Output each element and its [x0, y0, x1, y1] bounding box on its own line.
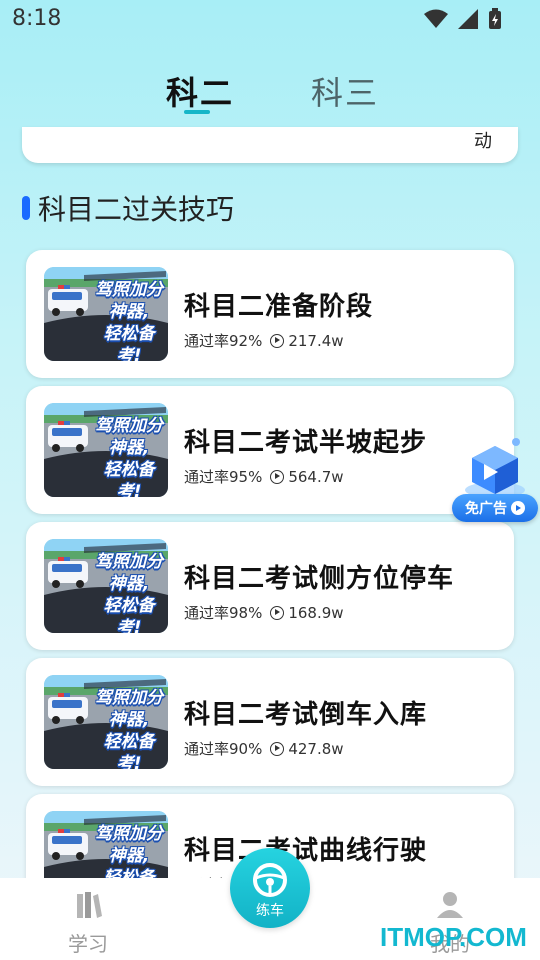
lesson-thumbnail: 驾照加分 神器, 轻松备考!	[44, 539, 168, 633]
lesson-title: 科目二考试倒车入库	[184, 700, 428, 730]
status-icons	[424, 8, 502, 30]
thumbnail-caption-line3: 轻松备考!	[103, 732, 155, 769]
books-icon	[77, 892, 102, 918]
thumbnail-caption: 驾照加分 神器, 轻松备考!	[92, 687, 166, 769]
nav-study-label: 学习	[68, 932, 108, 956]
section-title: 科目二过关技巧	[38, 193, 235, 226]
ad-free-badge[interactable]: 免广告	[452, 432, 538, 522]
lesson-title: 科目二考试半坡起步	[184, 428, 428, 458]
lesson-views: 217.4w	[288, 331, 344, 350]
nav-study[interactable]: 学习	[48, 890, 128, 957]
lesson-thumbnail: 驾照加分 神器, 轻松备考!	[44, 675, 168, 769]
battery-icon	[489, 8, 501, 29]
play-count-icon	[270, 605, 285, 620]
thumbnail-caption-line1: 驾照加分	[95, 824, 163, 844]
lesson-card-3[interactable]: 驾照加分 神器, 轻松备考! 科目二考试侧方位停车 通过率98% 168.9w	[26, 522, 514, 650]
lesson-title: 科目二准备阶段	[184, 292, 374, 322]
thumbnail-caption-line1: 驾照加分	[95, 552, 163, 572]
lesson-thumbnail: 驾照加分 神器, 轻松备考!	[44, 403, 168, 497]
lesson-views: 168.9w	[288, 603, 344, 622]
play-count-icon	[270, 469, 285, 484]
section-header: 科目二过关技巧	[22, 188, 234, 228]
lesson-meta: 通过率95% 564.7w	[184, 466, 344, 487]
thumbnail-caption: 驾照加分 神器, 轻松备考!	[92, 415, 166, 497]
tab-subject-three[interactable]: 科三	[311, 68, 379, 114]
lesson-meta: 通过率92% 217.4w	[184, 330, 344, 351]
active-tab-indicator	[184, 110, 210, 114]
lesson-card-2[interactable]: 驾照加分 神器, 轻松备考! 科目二考试半坡起步 通过率95% 564.7w	[26, 386, 514, 514]
lesson-thumbnail: 驾照加分 神器, 轻松备考!	[44, 267, 168, 361]
lesson-pass-rate: 通过率95%	[184, 468, 263, 486]
thumbnail-caption-line3: 轻松备考!	[103, 460, 155, 497]
lesson-title: 科目二考试侧方位停车	[184, 564, 455, 594]
thumbnail-caption-line2: 神器,	[108, 438, 150, 458]
thumbnail-caption-line2: 神器,	[108, 846, 150, 866]
lesson-meta: 通过率98% 168.9w	[184, 602, 344, 623]
lesson-pass-rate: 通过率98%	[184, 604, 263, 622]
lesson-card-1[interactable]: 驾照加分 神器, 轻松备考! 科目二准备阶段 通过率92% 217.4w	[26, 250, 514, 378]
thumbnail-caption: 驾照加分 神器, 轻松备考!	[92, 551, 166, 633]
ad-free-text: 免广告	[465, 501, 507, 517]
section-accent-bar	[22, 196, 30, 220]
tab-subject-two[interactable]: 科二	[166, 68, 234, 114]
lesson-pass-rate: 通过率92%	[184, 332, 263, 350]
thumbnail-caption-line1: 驾照加分	[95, 280, 163, 300]
status-time: 8:18	[12, 6, 62, 31]
thumbnail-caption-line3: 轻松备考!	[103, 596, 155, 633]
thumbnail-caption-line2: 神器,	[108, 574, 150, 594]
lesson-views: 427.8w	[288, 739, 344, 758]
play-count-icon	[270, 741, 285, 756]
thumbnail-caption-line2: 神器,	[108, 710, 150, 730]
thumbnail-caption-line2: 神器,	[108, 302, 150, 322]
nav-practice-button[interactable]: 练车	[230, 848, 310, 928]
thumbnail-caption: 驾照加分 神器, 轻松备考!	[92, 279, 166, 361]
thumbnail-caption-line1: 驾照加分	[95, 688, 163, 708]
thumbnail-caption-line3: 轻松备考!	[103, 324, 155, 361]
status-bar: 8:18	[0, 0, 540, 40]
subject-tabs: 科二 科三	[0, 64, 540, 124]
steering-wheel-icon	[253, 863, 287, 897]
lesson-views: 564.7w	[288, 467, 344, 486]
nav-practice-label: 练车	[256, 903, 284, 919]
lesson-pass-rate: 通过率90%	[184, 740, 263, 758]
wifi-icon	[424, 9, 448, 28]
ad-free-label: 免广告	[452, 494, 538, 522]
watermark: ITMOP.COM	[380, 922, 527, 952]
top-card[interactable]: 动	[22, 127, 518, 163]
thumbnail-caption-line1: 驾照加分	[95, 416, 163, 436]
lesson-meta: 通过率90% 427.8w	[184, 738, 344, 759]
top-card-partial-text: 动	[474, 131, 492, 152]
play-count-icon	[270, 333, 285, 348]
ad-free-cube-icon	[465, 438, 525, 498]
signal-icon	[458, 9, 478, 29]
ad-free-arrow-icon	[511, 501, 525, 515]
user-icon	[437, 892, 463, 918]
lesson-card-4[interactable]: 驾照加分 神器, 轻松备考! 科目二考试倒车入库 通过率90% 427.8w	[26, 658, 514, 786]
